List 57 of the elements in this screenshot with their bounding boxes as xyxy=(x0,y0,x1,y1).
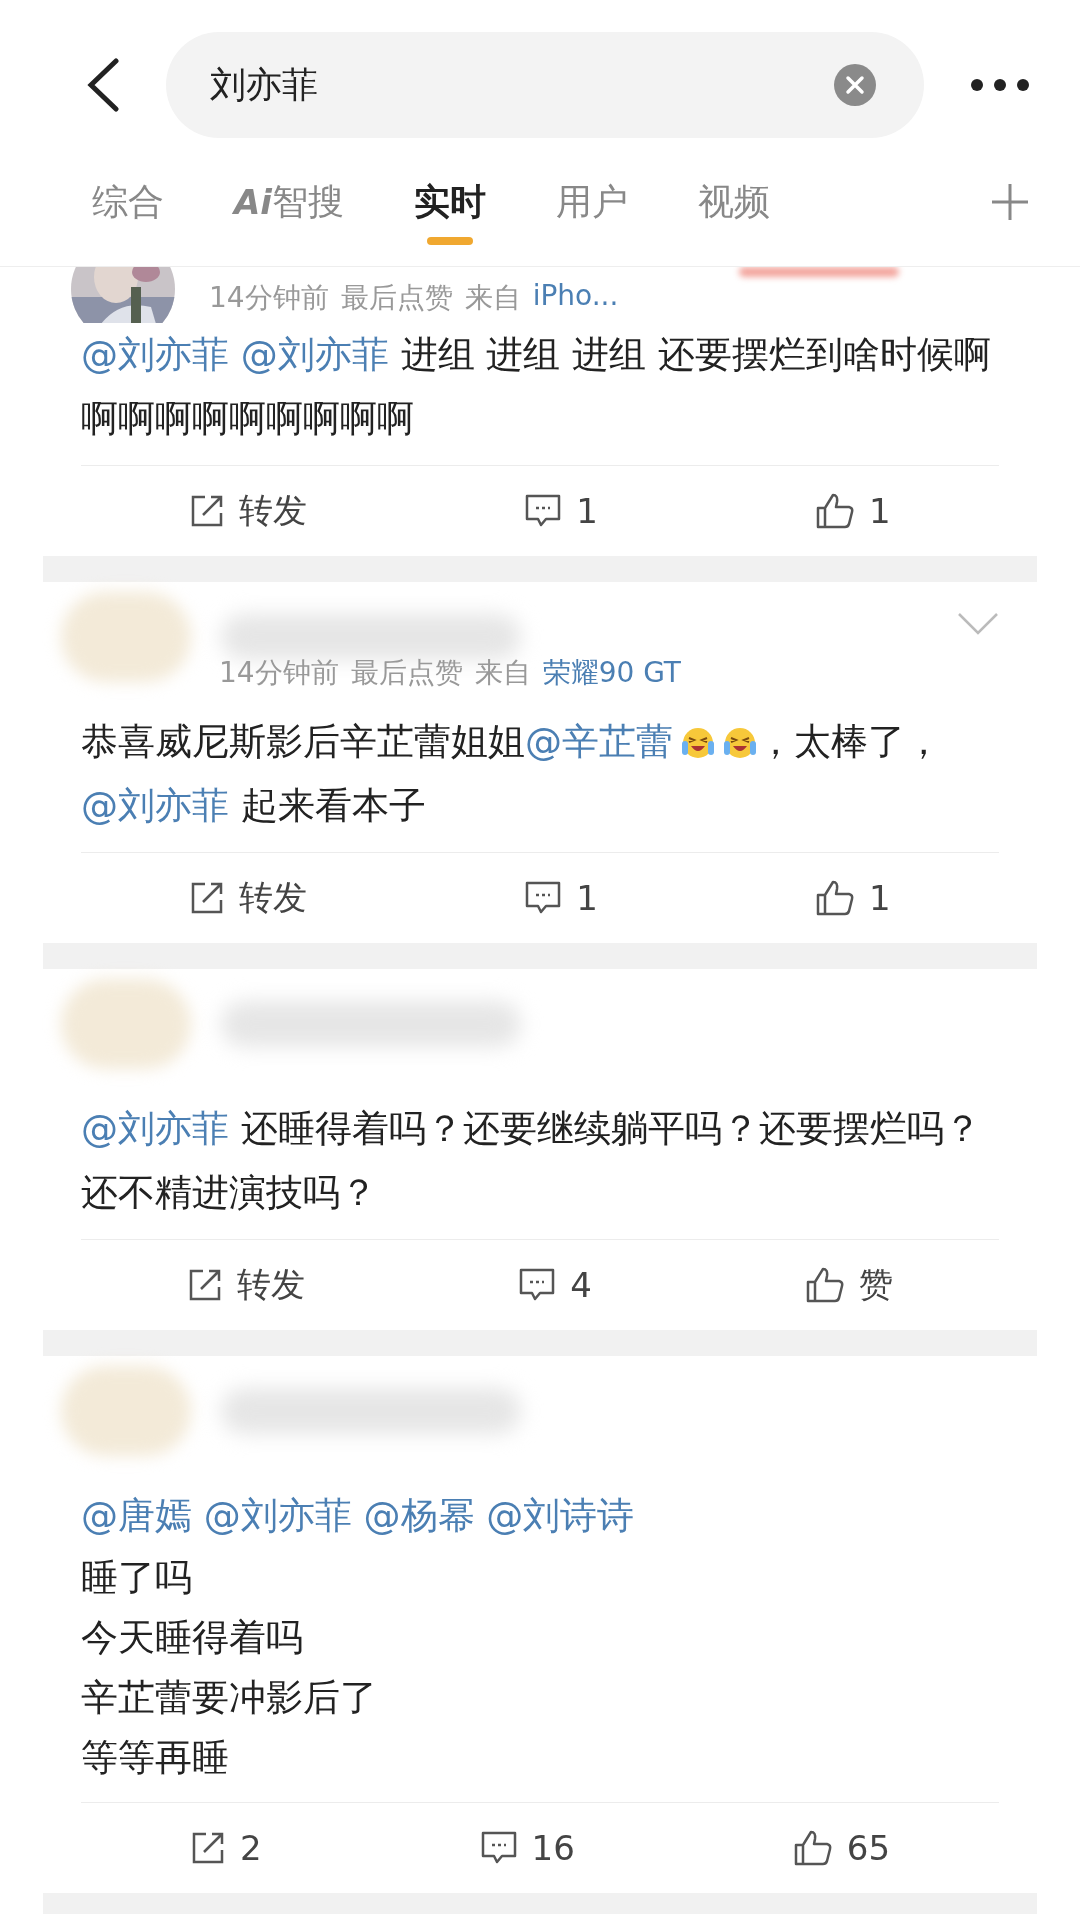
post-text-line: 睡了吗 xyxy=(81,1555,193,1601)
post-text-line: 辛芷蕾要冲影后了 xyxy=(81,1675,378,1721)
mention-link[interactable]: @刘亦菲 xyxy=(240,333,389,376)
thumbs-up-icon xyxy=(804,1266,845,1304)
repost-button[interactable]: 转发 xyxy=(189,875,308,921)
laughing-emoji-icon xyxy=(723,725,757,759)
thumbs-up-icon xyxy=(814,492,855,530)
thumbs-up-icon xyxy=(792,1829,833,1867)
tab[interactable]: 用户 xyxy=(555,159,628,245)
mention-link[interactable]: @杨幂 xyxy=(363,1494,487,1537)
post-time: 14分钟前 xyxy=(219,655,339,691)
chevron-icon[interactable] xyxy=(957,612,999,636)
back-icon[interactable] xyxy=(86,58,120,112)
plus-icon[interactable] xyxy=(990,182,1030,222)
comment-icon xyxy=(524,493,563,529)
comment-button[interactable]: 1 xyxy=(524,491,598,531)
more-icon[interactable] xyxy=(970,78,1030,92)
mention-link[interactable]: @刘亦菲 xyxy=(81,333,241,376)
tab[interactable]: 视频 xyxy=(697,159,770,245)
source-link[interactable]: 荣耀90 GT xyxy=(542,654,681,692)
post-text: @刘亦菲 还睡得着吗？还要继续躺平吗？还要摆烂吗？还不精进演技吗？ xyxy=(81,1106,982,1216)
repost-button[interactable]: 转发 xyxy=(189,488,308,534)
laughing-emoji-icon xyxy=(681,725,715,759)
comment-icon xyxy=(524,880,563,916)
clear-icon[interactable] xyxy=(834,64,876,106)
post-text-line: 等等再睡 xyxy=(81,1735,230,1781)
like-button[interactable]: 1 xyxy=(814,878,891,918)
comment-icon xyxy=(479,1830,518,1866)
like-note: 最后点赞 xyxy=(340,280,453,316)
like-note: 最后点赞 xyxy=(350,655,463,691)
comment-button[interactable]: 4 xyxy=(518,1265,592,1305)
like-button[interactable]: 赞 xyxy=(804,1262,893,1308)
post-text: @刘亦菲 @刘亦菲 进组 进组 进组 还要摆烂到啥时候啊啊啊啊啊啊啊啊啊啊 xyxy=(81,332,992,442)
mention-link[interactable]: @唐嫣 xyxy=(81,1494,204,1537)
post-text: 恭喜威尼斯影后辛芷蕾姐姐@辛芷蕾 ，太棒了， @刘亦菲 起来看本子 xyxy=(81,719,943,829)
search-field[interactable]: 刘亦菲 xyxy=(166,32,924,138)
mention-link[interactable]: @刘诗诗 xyxy=(486,1494,635,1537)
post-text-line: 今天睡得着吗 xyxy=(81,1615,304,1661)
mention-link[interactable]: @刘亦菲 xyxy=(203,1494,364,1537)
like-button[interactable]: 1 xyxy=(814,491,891,531)
tab[interactable]: 综合 xyxy=(92,159,164,245)
comment-button[interactable]: 16 xyxy=(479,1828,575,1868)
mention-link[interactable]: @刘亦菲 xyxy=(81,784,229,827)
repost-button[interactable]: 转发 xyxy=(187,1262,306,1308)
comment-icon xyxy=(518,1267,557,1303)
source-label: 来自 xyxy=(464,280,521,316)
thumbs-up-icon xyxy=(814,879,855,917)
tab[interactable]: Ai智搜 xyxy=(234,159,344,245)
source-label: 来自 xyxy=(474,655,531,691)
tab[interactable]: 实时 xyxy=(413,159,486,245)
mention-link[interactable]: @刘亦菲 xyxy=(81,1107,229,1150)
source-link[interactable]: iPho... xyxy=(532,279,619,317)
post-time: 14分钟前 xyxy=(209,280,329,316)
like-button[interactable]: 65 xyxy=(792,1828,890,1868)
repost-button[interactable]: 2 xyxy=(189,1828,262,1868)
comment-button[interactable]: 1 xyxy=(524,878,598,918)
mention-link[interactable]: @辛芷蕾 xyxy=(525,720,673,763)
